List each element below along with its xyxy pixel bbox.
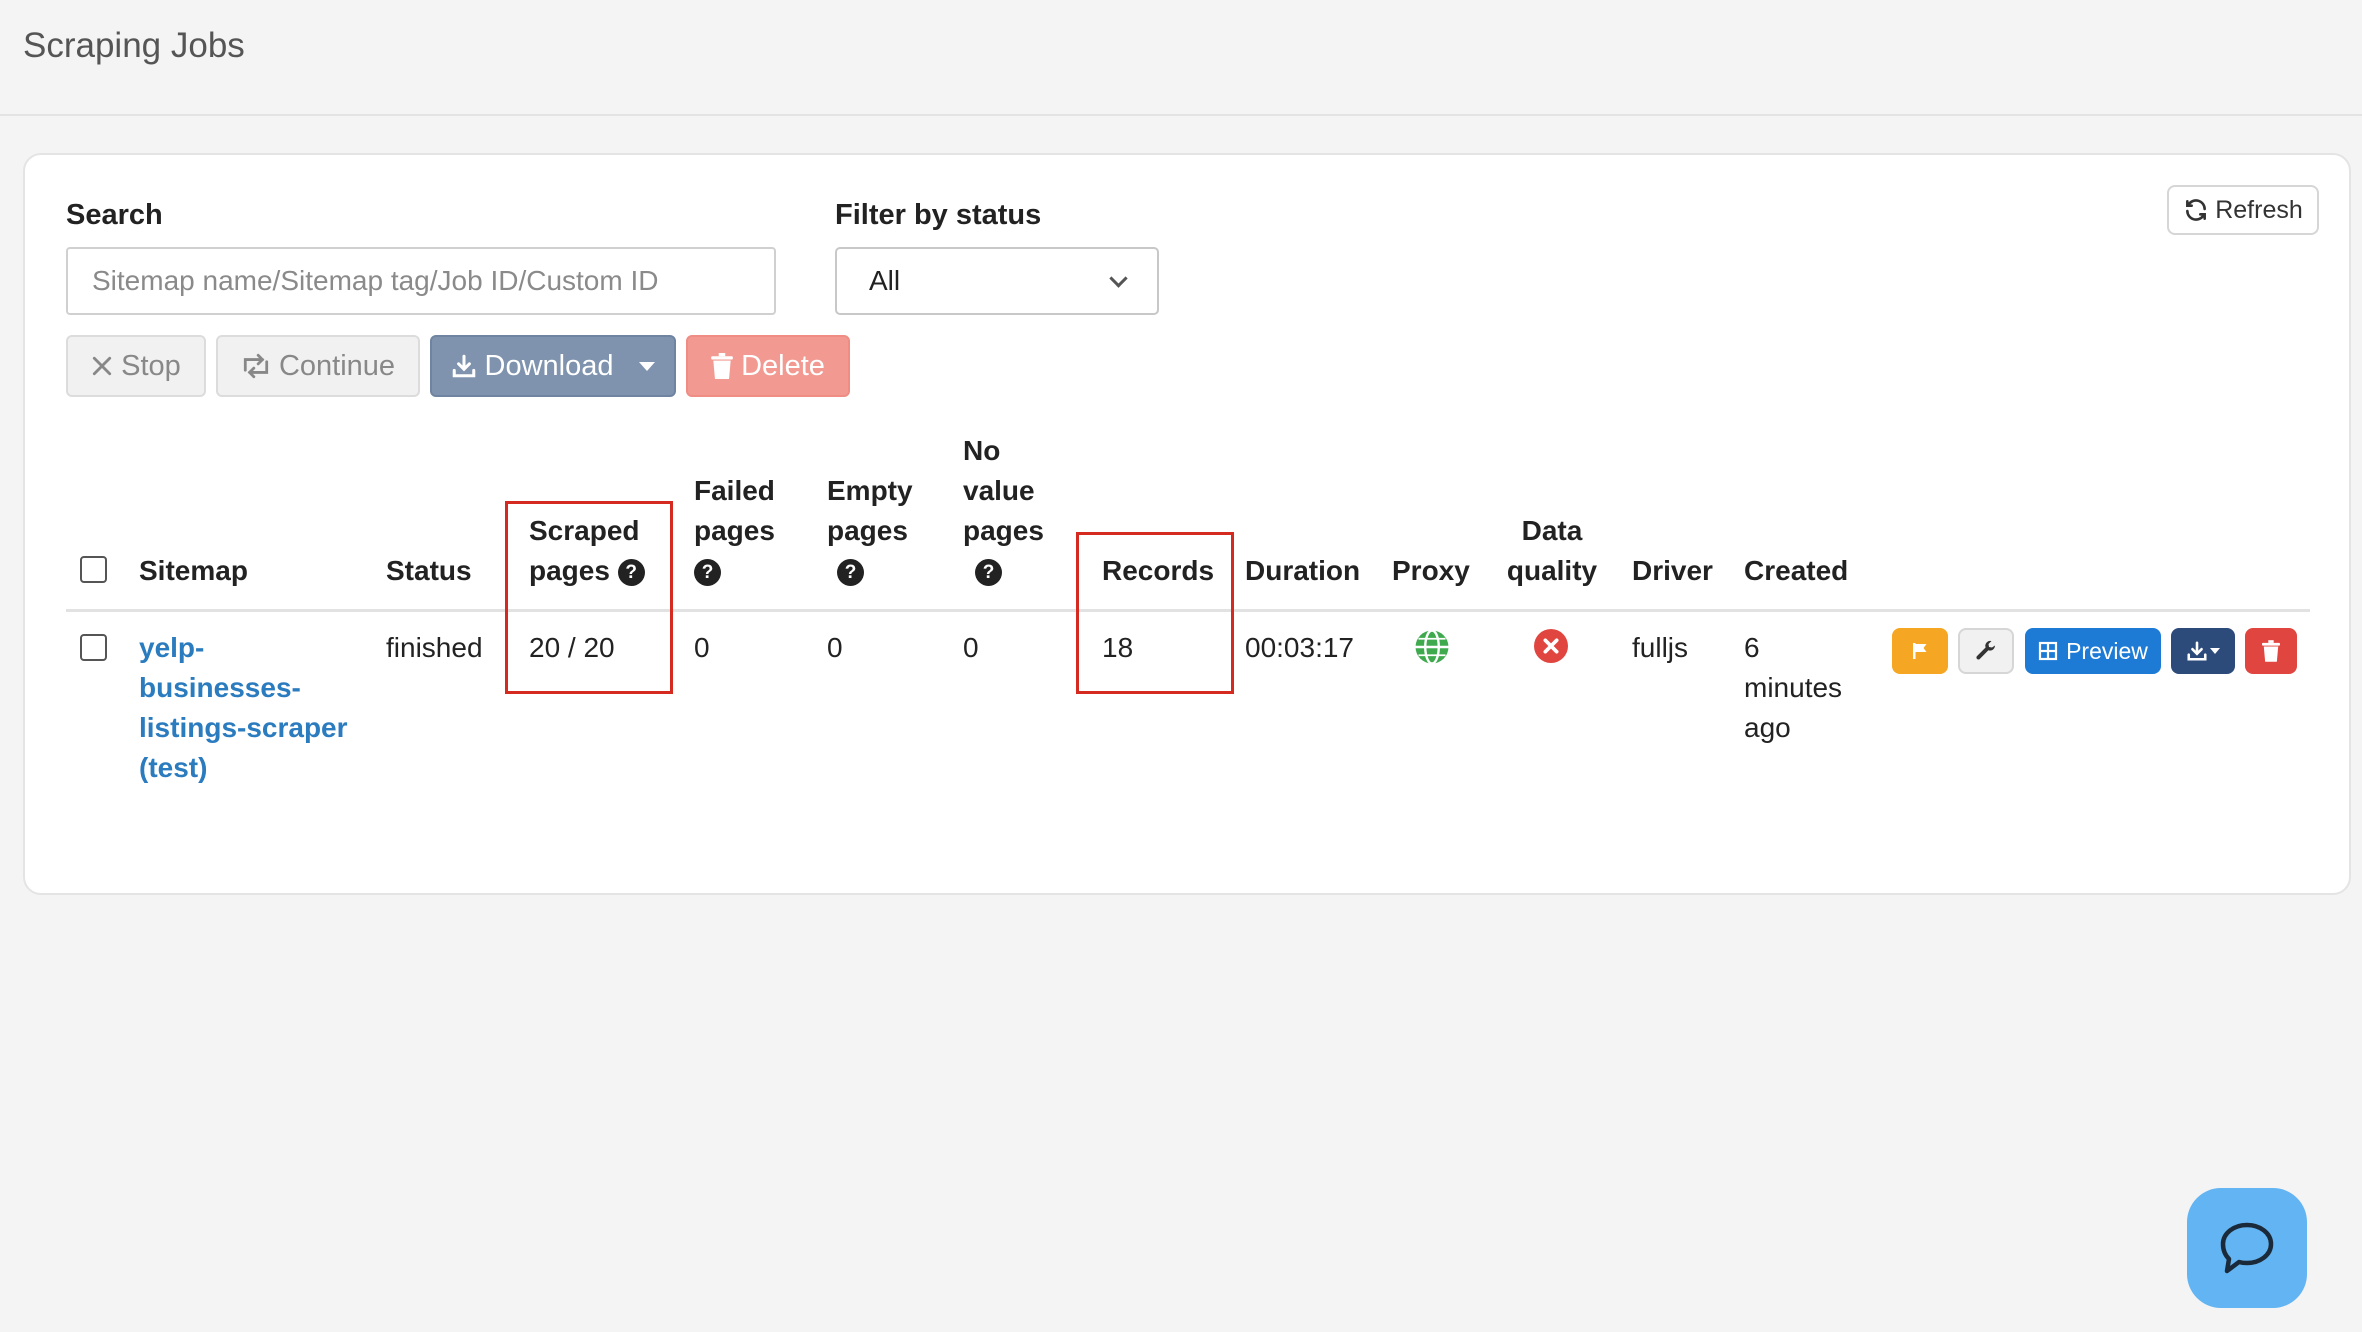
table-icon xyxy=(2038,641,2058,661)
help-icon[interactable]: ? xyxy=(975,559,1002,587)
jobs-panel: Search Filter by status All Refresh Stop… xyxy=(23,153,2351,895)
header-empty-line2: pages xyxy=(827,515,908,546)
download-icon xyxy=(452,354,475,378)
header-empty-line1: Empty xyxy=(827,475,913,506)
search-input[interactable] xyxy=(66,247,776,315)
download-icon xyxy=(2187,641,2207,661)
duration-cell: 00:03:17 xyxy=(1245,632,1354,663)
delete-label: Delete xyxy=(741,349,825,382)
records-highlight xyxy=(1076,532,1234,694)
header-quality-line2: quality xyxy=(1506,555,1598,586)
preview-label: Preview xyxy=(2066,637,2148,664)
flag-icon xyxy=(1913,643,1927,659)
continue-label: Continue xyxy=(278,349,396,382)
header-novalue-line2: value xyxy=(963,475,1035,506)
header-proxy[interactable]: Proxy xyxy=(1392,551,1470,591)
error-circle-icon xyxy=(1534,629,1568,663)
created-line: minutes xyxy=(1744,672,1843,703)
sitemap-link-line: yelp- xyxy=(139,632,205,663)
header-failed-pages[interactable]: Failed pages ? xyxy=(694,471,775,591)
sitemap-link-line: listings-scraper xyxy=(139,712,348,743)
stop-button[interactable]: Stop xyxy=(66,335,206,397)
flag-button[interactable] xyxy=(1892,628,1948,674)
header-status[interactable]: Status xyxy=(386,551,472,591)
refresh-label: Refresh xyxy=(2215,195,2303,224)
select-all-checkbox[interactable] xyxy=(80,556,107,583)
created-line: ago xyxy=(1744,712,1791,743)
refresh-icon xyxy=(2186,199,2207,221)
row-download-button[interactable] xyxy=(2171,628,2235,674)
failed-pages-cell: 0 xyxy=(694,632,710,663)
row-checkbox[interactable] xyxy=(80,634,107,661)
caret-down-icon xyxy=(639,361,656,371)
driver-cell: fulljs xyxy=(1632,632,1689,663)
delete-button[interactable]: Delete xyxy=(686,335,850,397)
chat-icon xyxy=(2220,1222,2274,1274)
header-quality-line1: Data xyxy=(1521,515,1583,546)
download-button[interactable]: Download xyxy=(430,335,676,397)
created-cell: 6 minutes ago xyxy=(1744,628,1842,748)
help-icon[interactable]: ? xyxy=(837,559,864,587)
status-cell: finished xyxy=(386,632,483,663)
stop-label: Stop xyxy=(121,349,181,382)
chat-button[interactable] xyxy=(2187,1188,2307,1308)
globe-icon xyxy=(1415,629,1449,665)
continue-button[interactable]: Continue xyxy=(216,335,420,397)
page-title: Scraping Jobs xyxy=(23,26,245,65)
search-label: Search xyxy=(66,199,163,231)
sitemap-link-line: businesses- xyxy=(139,672,301,703)
trash-icon xyxy=(711,353,733,379)
header-empty-pages[interactable]: Empty pages ? xyxy=(827,471,913,591)
chevron-down-icon xyxy=(1109,268,1128,288)
filter-label: Filter by status xyxy=(835,199,1042,231)
header-failed-line2: pages xyxy=(694,515,775,546)
caret-down-icon xyxy=(2210,648,2220,654)
empty-pages-cell: 0 xyxy=(827,632,843,663)
sitemap-link-line: (test) xyxy=(139,752,208,783)
header-failed-line1: Failed xyxy=(694,475,775,506)
settings-button[interactable] xyxy=(1958,628,2014,674)
header-created[interactable]: Created xyxy=(1744,551,1848,591)
help-icon[interactable]: ? xyxy=(694,559,721,587)
no-value-pages-cell: 0 xyxy=(963,632,979,663)
row-delete-button[interactable] xyxy=(2245,628,2297,674)
created-line: 6 xyxy=(1744,632,1760,663)
preview-button[interactable]: Preview xyxy=(2025,628,2161,674)
scraped-pages-highlight xyxy=(505,501,673,694)
x-icon xyxy=(93,356,112,376)
sitemap-link[interactable]: yelp- businesses- listings-scraper (test… xyxy=(139,628,369,788)
download-label: Download xyxy=(484,349,614,382)
refresh-button[interactable]: Refresh xyxy=(2167,185,2319,235)
header-data-quality[interactable]: Data quality xyxy=(1505,511,1599,591)
wrench-icon xyxy=(1976,640,1996,660)
header-duration[interactable]: Duration xyxy=(1245,551,1360,591)
trash-icon xyxy=(2262,640,2280,662)
header-novalue-line3: pages xyxy=(963,515,1044,546)
continue-icon xyxy=(243,353,269,379)
top-bar: Scraping Jobs xyxy=(0,0,2362,116)
header-novalue-line1: No xyxy=(963,435,1001,466)
header-driver[interactable]: Driver xyxy=(1632,551,1713,591)
status-filter-value: All xyxy=(869,265,901,296)
status-filter-select[interactable]: All xyxy=(835,247,1159,315)
header-sitemap[interactable]: Sitemap xyxy=(139,551,248,591)
header-no-value-pages[interactable]: No value pages ? xyxy=(963,431,1044,591)
